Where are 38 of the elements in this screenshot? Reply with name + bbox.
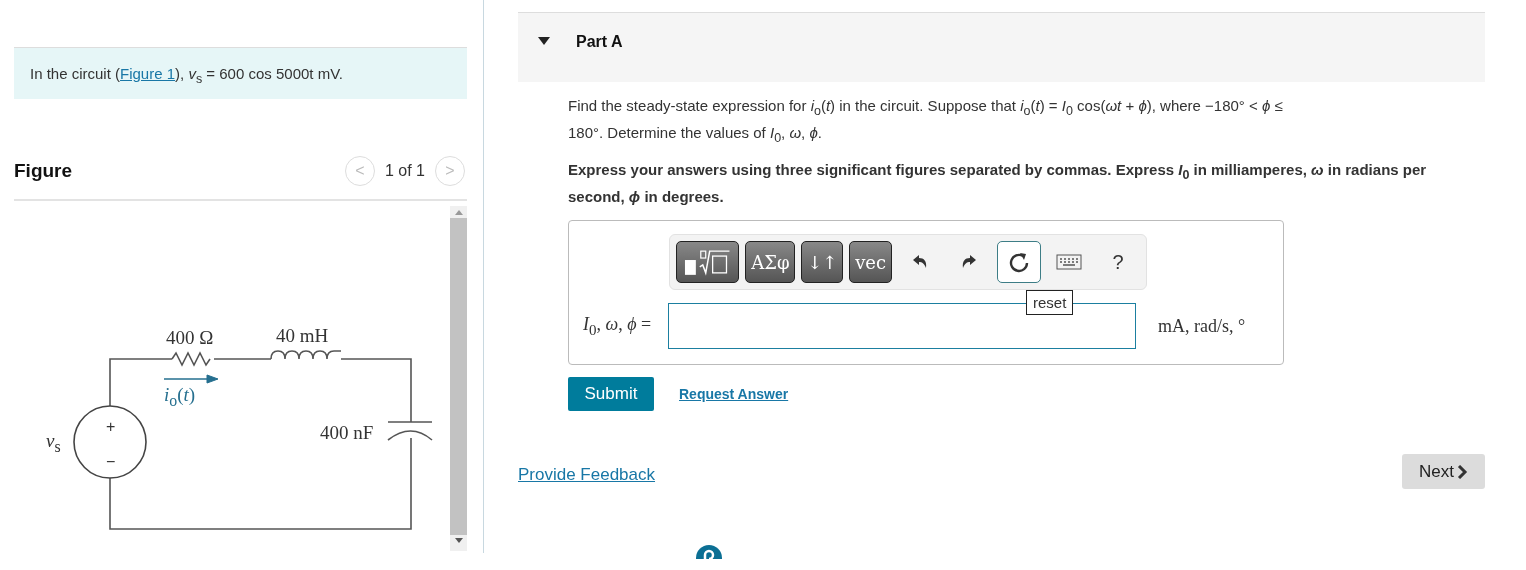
- keyboard-icon: [1055, 254, 1082, 270]
- question-text: Find the steady-state expression for i$_{o}$(t) in the circuit. Suppose that i$_{o}$(t) = I$_{0}$ cos(ωt + ϕ), where −180° < ϕ ≤ 180°. Determine the values of I$_{0}$, ω, ϕ.: [568, 96, 1284, 147]
- part-header[interactable]: Part A: [518, 12, 1485, 82]
- figure-link[interactable]: Figure 1: [120, 65, 176, 82]
- inductor-label: 40 mH: [276, 325, 329, 346]
- symbol-button[interactable]: ↓↑: [801, 241, 844, 283]
- help-button[interactable]: ?: [1096, 241, 1140, 283]
- collapse-icon[interactable]: [538, 37, 550, 45]
- submit-button[interactable]: Submit: [568, 377, 654, 411]
- reset-icon: [1007, 251, 1030, 273]
- problem-statement: In the circuit (Figure 1), v$_{s}$ = 600 cos 5000t mV.: [14, 47, 467, 99]
- current-label: i$_{o}$(t): [164, 384, 197, 410]
- minus-sign: −: [106, 453, 116, 470]
- chevron-right-icon: [1457, 464, 1468, 479]
- capacitor-symbol: [387, 421, 433, 441]
- symbol-button[interactable]: vec: [849, 241, 892, 283]
- feedback-link[interactable]: Provide Feedback: [518, 465, 656, 485]
- request-answer-link[interactable]: Request Answer: [679, 386, 789, 402]
- figure-counter: 1 of 1: [384, 162, 425, 180]
- reset-button[interactable]: [997, 241, 1041, 283]
- figure-title: Figure: [14, 160, 73, 182]
- answer-label: I$_{0}$, ω, ϕ =: [583, 313, 653, 339]
- units-label: mA, rad/s, °: [1158, 315, 1246, 337]
- current-arrow: [163, 374, 219, 384]
- inductor-symbol: [270, 350, 342, 360]
- template-button[interactable]: [676, 241, 740, 283]
- symbol-button[interactable]: ΑΣφ: [745, 241, 796, 283]
- next-button[interactable]: Next: [1402, 454, 1485, 489]
- instruction-text: Express your answers using three significant figures separated by commas. Express I$_{0}$ in milliamperes, ω in radians per second, ϕ in degrees.: [568, 160, 1428, 207]
- plus-sign: +: [106, 418, 116, 435]
- reset-tooltip: reset: [1026, 290, 1074, 315]
- scroll-down-icon[interactable]: [454, 538, 463, 543]
- part-title: Part A: [576, 33, 623, 51]
- resistor-label: 400 Ω: [166, 327, 214, 348]
- source-label: v$_{s}$: [46, 430, 62, 456]
- logo-icon: [696, 545, 722, 559]
- capacitor-label: 400 nF: [320, 422, 374, 443]
- resistor-symbol: [171, 351, 211, 367]
